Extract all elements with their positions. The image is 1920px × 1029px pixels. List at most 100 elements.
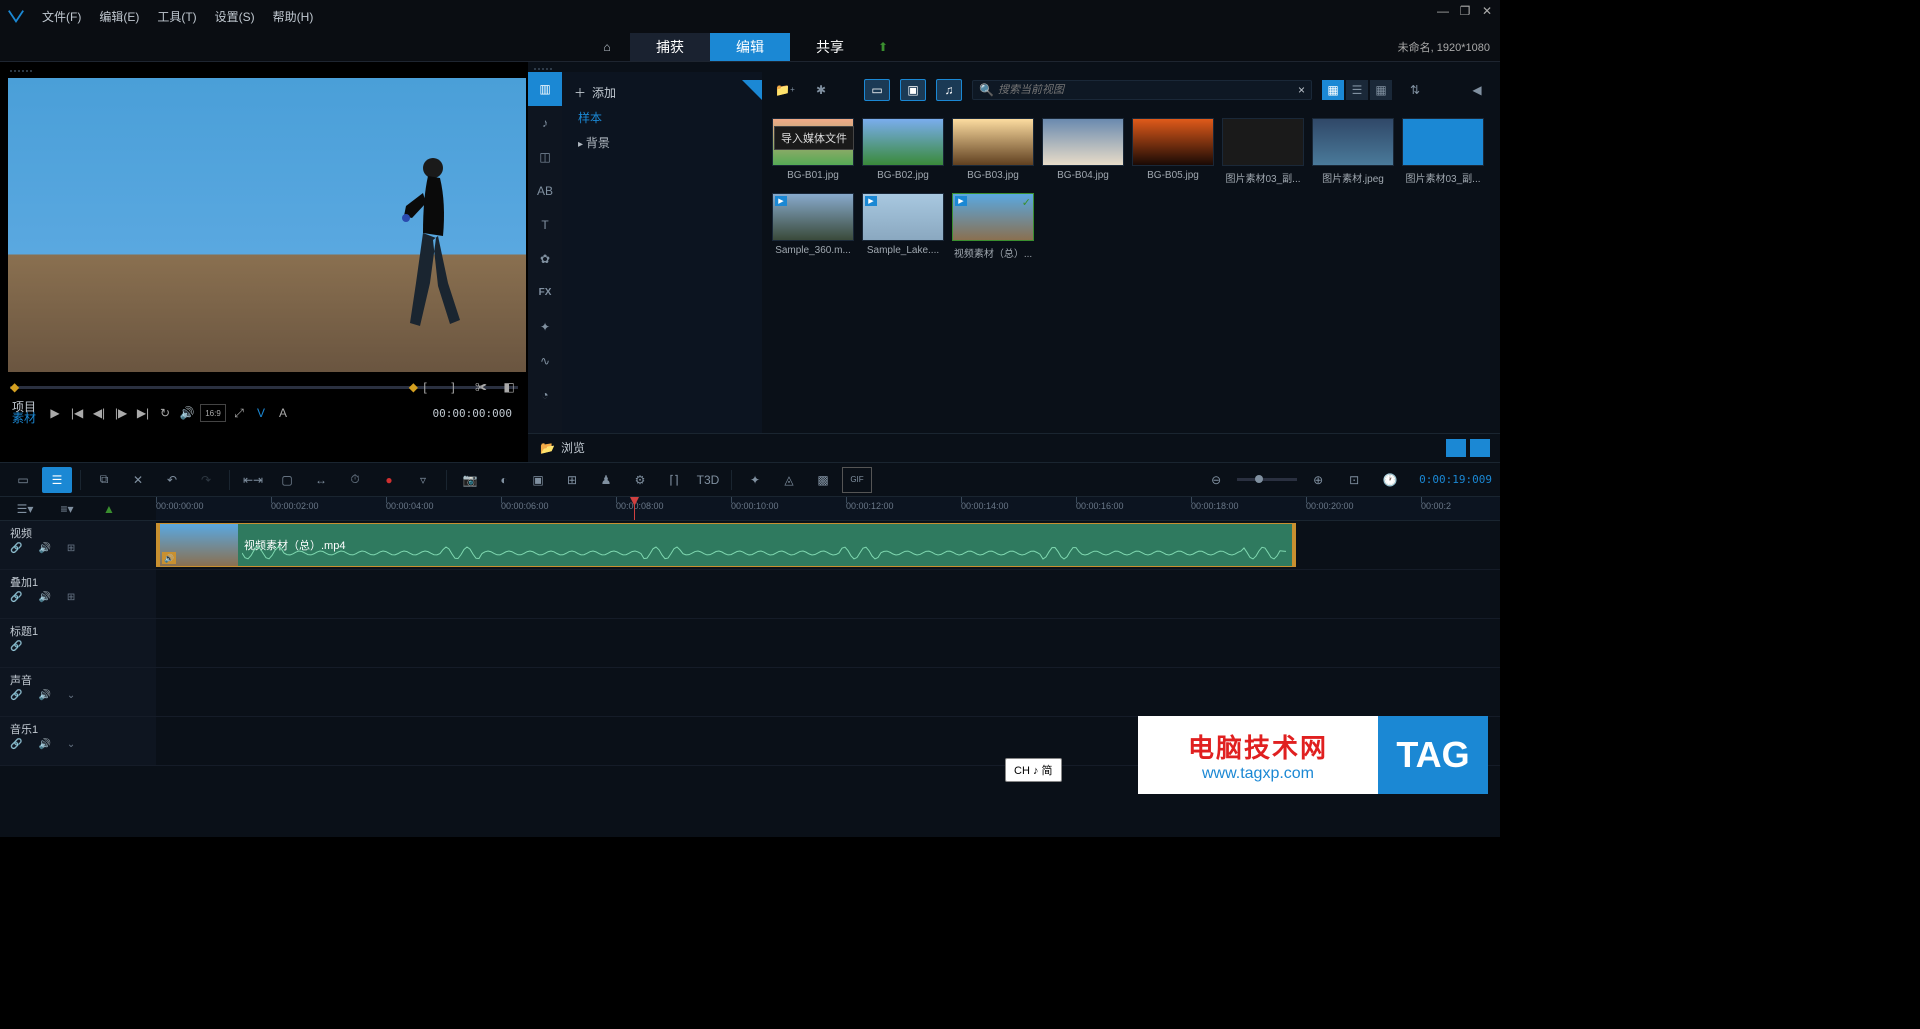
filter-video-icon[interactable]: ▭ bbox=[864, 79, 890, 101]
collapse-icon[interactable]: ◀ bbox=[1464, 79, 1490, 101]
maximize-button[interactable]: ❐ bbox=[1458, 4, 1472, 18]
thumb-item[interactable]: BG-B03.jpg bbox=[952, 118, 1034, 185]
cat-text-icon[interactable]: T bbox=[528, 208, 562, 242]
bracket-icon[interactable]: ⌈⌉ bbox=[659, 467, 689, 493]
cat-title-icon[interactable]: AB bbox=[528, 174, 562, 208]
scissors-icon[interactable]: ✀ bbox=[472, 378, 490, 396]
marker-icon[interactable]: ▿ bbox=[408, 467, 438, 493]
track-ctrl-icon[interactable]: 🔗 bbox=[10, 739, 22, 750]
grid-icon[interactable]: ⊞ bbox=[557, 467, 587, 493]
zoom-slider[interactable] bbox=[1237, 478, 1297, 481]
footer-btn-2[interactable] bbox=[1470, 439, 1490, 457]
crop-icon[interactable]: ▢ bbox=[272, 467, 302, 493]
thumb-item[interactable]: 图片素材.jpeg bbox=[1312, 118, 1394, 185]
copy-icon[interactable]: ⧉ bbox=[89, 467, 119, 493]
chevron-down-icon[interactable]: ⌄ bbox=[67, 739, 75, 750]
lens-icon[interactable]: ◐ bbox=[489, 467, 519, 493]
zoom-in-icon[interactable]: ⊕ bbox=[1303, 467, 1333, 493]
cat-audio-icon[interactable]: ♪ bbox=[528, 106, 562, 140]
minimize-button[interactable]: — bbox=[1436, 4, 1450, 18]
track-ctrl-icon[interactable]: 🔊 bbox=[38, 592, 50, 603]
a-toggle[interactable]: A bbox=[274, 404, 292, 422]
zoom-out-icon[interactable]: ⊖ bbox=[1201, 467, 1231, 493]
tab-capture[interactable]: 捕获 bbox=[630, 33, 710, 61]
person-icon[interactable]: ♟ bbox=[591, 467, 621, 493]
clear-search-icon[interactable]: × bbox=[1298, 83, 1305, 97]
volume-icon[interactable]: 🔊 bbox=[178, 404, 196, 422]
preview-mode-labels[interactable]: 项目 素材 bbox=[12, 402, 36, 424]
effect1-icon[interactable]: ✦ bbox=[740, 467, 770, 493]
track-ctrl-icon[interactable]: 🔊 bbox=[38, 543, 50, 554]
gear-icon[interactable]: ✱ bbox=[808, 79, 834, 101]
timeline-mode-icon[interactable]: ☰ bbox=[42, 467, 72, 493]
view-list-icon[interactable]: ▦ bbox=[1322, 80, 1344, 100]
track-body[interactable] bbox=[156, 619, 1500, 667]
preview-timecode[interactable]: 00:00:00:000 bbox=[429, 405, 516, 422]
cat-path-icon[interactable]: ∿ bbox=[528, 344, 562, 378]
undo-icon[interactable]: ↶ bbox=[157, 467, 187, 493]
search-box[interactable]: 🔍 × bbox=[972, 80, 1312, 100]
up-icon[interactable]: ▲ bbox=[94, 496, 124, 522]
speed-icon[interactable]: ⏱ bbox=[340, 467, 370, 493]
close-button[interactable]: ✕ bbox=[1480, 4, 1494, 18]
filter-audio-icon[interactable]: ♫ bbox=[936, 79, 962, 101]
menu-help[interactable]: 帮助(H) bbox=[273, 8, 314, 25]
cat-tracking-icon[interactable]: ◔ bbox=[528, 378, 562, 412]
timeline-ruler[interactable]: 00:00:00:0000:00:02:0000:00:04:0000:00:0… bbox=[156, 497, 1500, 520]
cat-mask-icon[interactable]: ✦ bbox=[528, 310, 562, 344]
preview-video[interactable] bbox=[8, 78, 526, 372]
v-toggle[interactable]: V bbox=[252, 404, 270, 422]
play-button[interactable]: ▶ bbox=[46, 404, 64, 422]
cat-media-icon[interactable]: ▥ bbox=[528, 72, 562, 106]
thumb-item[interactable]: BG-B04.jpg bbox=[1042, 118, 1124, 185]
browse-label[interactable]: 浏览 bbox=[561, 439, 585, 456]
settings-icon[interactable]: ⚙ bbox=[625, 467, 655, 493]
track-body[interactable] bbox=[156, 668, 1500, 716]
track-body[interactable]: 视频素材（总）.mp4🔊 bbox=[156, 521, 1500, 569]
redo-icon[interactable]: ↷ bbox=[191, 467, 221, 493]
track-body[interactable] bbox=[156, 570, 1500, 618]
thumb-item[interactable]: BG-B02.jpg bbox=[862, 118, 944, 185]
effect2-icon[interactable]: ◬ bbox=[774, 467, 804, 493]
track-ctrl-icon[interactable]: 🔗 bbox=[10, 641, 22, 652]
footer-btn-1[interactable] bbox=[1446, 439, 1466, 457]
tab-share[interactable]: 共享 bbox=[790, 33, 870, 61]
menu-edit[interactable]: 编辑(E) bbox=[99, 8, 139, 25]
cat-fx-icon[interactable]: FX bbox=[528, 276, 562, 310]
track-head[interactable]: 声音🔗🔊⌄ bbox=[0, 668, 156, 716]
view-detail-icon[interactable]: ☰ bbox=[1346, 80, 1368, 100]
stretch-icon[interactable]: ↔ bbox=[306, 467, 336, 493]
search-input[interactable] bbox=[998, 84, 1298, 96]
mark-out-icon[interactable]: ] bbox=[444, 378, 462, 396]
track-ctrl-icon[interactable]: 🔗 bbox=[10, 592, 22, 603]
clock-icon[interactable]: 🕐 bbox=[1375, 467, 1405, 493]
playhead[interactable] bbox=[634, 497, 635, 520]
filter-image-icon[interactable]: ▣ bbox=[900, 79, 926, 101]
cat-settings-icon[interactable]: ✿ bbox=[528, 242, 562, 276]
track-head[interactable]: 叠加1🔗🔊⊞ bbox=[0, 570, 156, 618]
thumb-item[interactable]: BG-B05.jpg bbox=[1132, 118, 1214, 185]
trim-icon[interactable]: ⇤⇥ bbox=[238, 467, 268, 493]
menu-tools[interactable]: 工具(T) bbox=[157, 8, 196, 25]
track-head[interactable]: 音乐1🔗🔊⌄ bbox=[0, 717, 156, 765]
track-ctrl-icon[interactable]: 🔗 bbox=[10, 543, 22, 554]
menu-settings[interactable]: 设置(S) bbox=[215, 8, 255, 25]
cat-transition-icon[interactable]: ◫ bbox=[528, 140, 562, 174]
import-media-button[interactable]: 📁+ bbox=[772, 79, 798, 101]
tools-icon[interactable]: ✕ bbox=[123, 467, 153, 493]
thumb-item[interactable]: 图片素材03_副... bbox=[1402, 118, 1484, 185]
menu-file[interactable]: 文件(F) bbox=[42, 8, 81, 25]
add-folder-button[interactable]: ＋ 添加 bbox=[562, 80, 762, 105]
fit-icon[interactable]: ⊡ bbox=[1339, 467, 1369, 493]
upload-icon[interactable]: ⬆ bbox=[878, 40, 888, 54]
track-ctrl-icon[interactable]: ⊞ bbox=[67, 543, 75, 554]
gif-icon[interactable]: GIF bbox=[842, 467, 872, 493]
track-ctrl-icon[interactable]: 🔊 bbox=[38, 739, 50, 750]
tab-edit[interactable]: 编辑 bbox=[710, 33, 790, 61]
sort-icon[interactable]: ⇅ bbox=[1402, 79, 1428, 101]
thumb-item[interactable]: ▶✓视频素材（总）... bbox=[952, 193, 1034, 260]
chevron-down-icon[interactable]: ⌄ bbox=[67, 690, 75, 701]
scrub-bar[interactable]: ◆ ◆ [ ] ✀ ◧ bbox=[10, 380, 518, 394]
snapshot-icon[interactable]: ▣ bbox=[523, 467, 553, 493]
storyboard-icon[interactable]: ▭ bbox=[8, 467, 38, 493]
